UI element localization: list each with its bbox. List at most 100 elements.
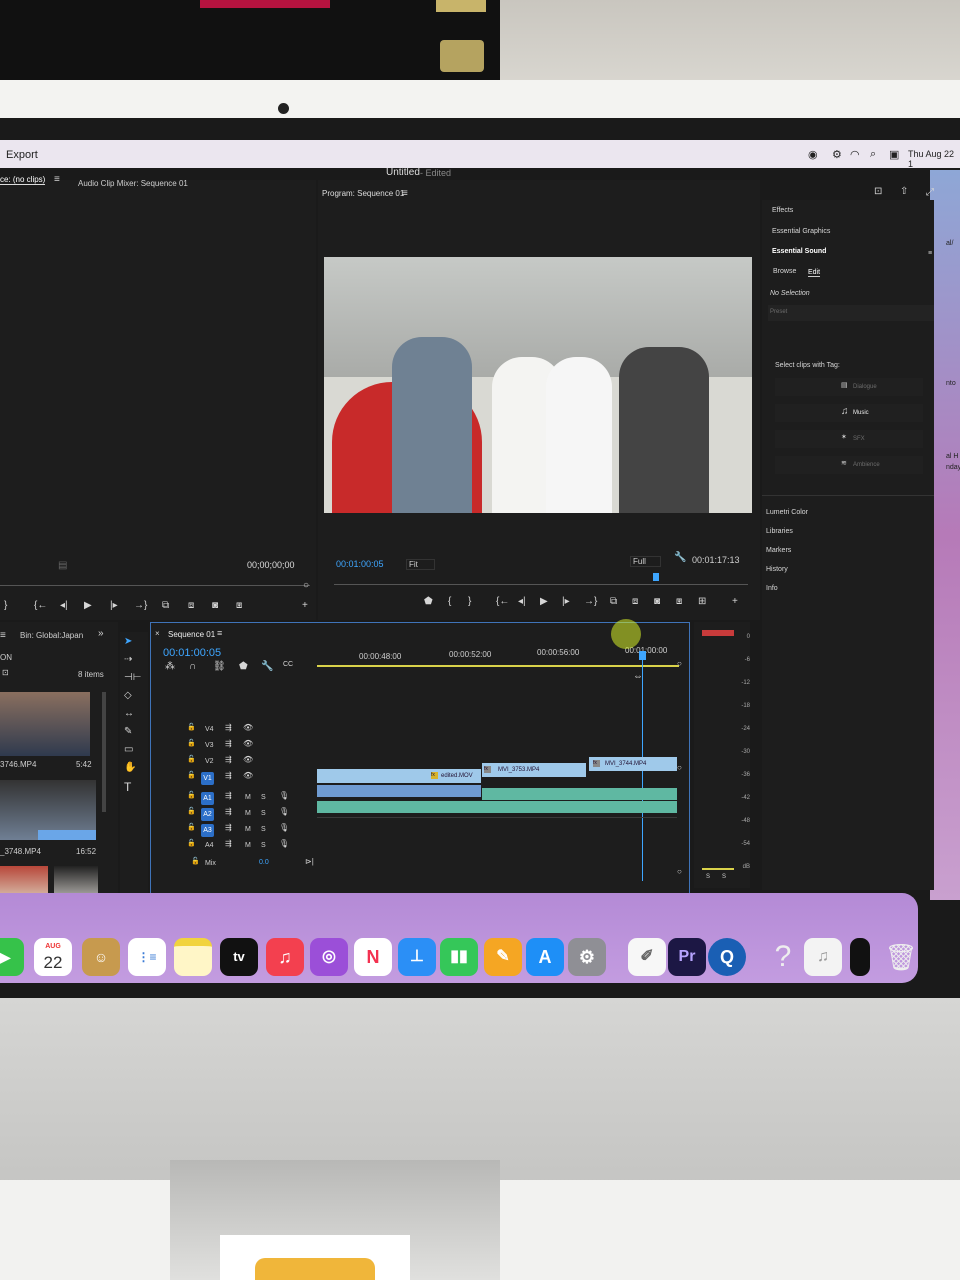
program-timecode[interactable]: 00:01:00:05 [336,559,384,569]
zoom-select[interactable]: Fit [406,559,435,570]
sequence-tab[interactable]: Sequence 01 [168,630,215,639]
music-icon[interactable]: ♫ [266,938,304,976]
snap-icon[interactable]: ∩ [189,661,196,672]
share-icon[interactable]: ⇧ [900,186,908,197]
program-menu-icon[interactable]: ≡ [402,188,408,199]
tag-ambience[interactable]: ≋ Ambience [775,456,923,474]
sequence-timecode[interactable]: 00:01:00:05 [163,647,221,659]
sync-lock-icon[interactable]: ⇶ [225,723,232,732]
info-tab[interactable]: Info [766,585,778,592]
tag-sfx[interactable]: ✶ SFX [775,430,923,448]
eye-icon[interactable]: 👁 [243,723,253,732]
audio-clip-a1[interactable] [317,785,481,797]
sync-lock-icon[interactable]: ⇶ [225,823,232,832]
news-icon[interactable]: N [354,938,392,976]
lift-icon[interactable]: ⧉ [610,596,617,607]
mute-button[interactable]: M [245,842,251,849]
clip-thumbnail-1[interactable] [0,692,90,756]
zoom-handle-top[interactable]: ○ [677,659,682,668]
lock-icon[interactable]: 🔓 [187,771,196,779]
new-bin-icon[interactable]: ⊡ [2,668,9,677]
microphone-icon[interactable]: 🎙 [279,807,289,816]
razor-tool-icon[interactable]: ◇ [124,690,132,701]
solo-button[interactable]: S [261,810,266,817]
markers-tab[interactable]: Markers [766,547,791,554]
help-icon[interactable]: ? [764,938,802,976]
wrench-icon[interactable]: 🔧 [674,552,686,563]
mark-in-icon[interactable]: { [448,596,451,607]
tab-source[interactable]: ce: (no clips) [0,175,46,185]
clip-mvi-3753[interactable]: fx MVI_3753.MP4 [482,763,586,777]
essential-sound-tab[interactable]: Essential Sound [772,248,826,255]
wifi-icon[interactable]: ◠ [850,148,860,161]
export-menu[interactable]: Export [6,149,38,161]
quicktime-icon[interactable]: Q [708,938,746,976]
effects-tab[interactable]: Effects [772,207,793,214]
nest-toggle-icon[interactable]: ⁂ [165,661,175,672]
audio-clip-a2[interactable] [317,801,677,813]
preview-file-icon[interactable] [850,938,870,976]
system-settings-icon[interactable]: ⚙ [568,938,606,976]
apple-tv-icon[interactable]: tv [220,938,258,976]
lock-icon[interactable]: 🔓 [187,723,196,731]
ripple-edit-tool-icon[interactable]: ⊣⊢ [124,672,141,683]
go-to-in-icon[interactable]: {← [34,600,47,611]
pen-tool-icon[interactable]: ✎ [124,726,132,737]
libraries-tab[interactable]: Libraries [766,528,793,535]
lock-icon[interactable]: 🔓 [187,807,196,815]
tab-audio-clip-mixer[interactable]: Audio Clip Mixer: Sequence 01 [78,179,188,188]
eye-icon[interactable]: 👁 [243,739,253,748]
play-icon-2[interactable]: ▶ [540,596,548,607]
solo-button[interactable]: S [261,794,266,801]
record-icon[interactable]: ◉ [808,148,818,161]
go-to-in-icon-2[interactable]: {← [496,596,509,607]
edit-tab[interactable]: Edit [808,269,821,277]
type-tool-icon[interactable]: T [124,780,131,794]
microphone-icon[interactable]: 🎙 [279,791,289,800]
premiere-pro-icon[interactable]: Pr [668,938,706,976]
keynote-icon[interactable]: ⊥ [398,938,436,976]
eye-icon[interactable]: 👁 [243,755,253,764]
go-to-out-icon[interactable]: →} [134,600,147,611]
bin-menu-icon[interactable]: ≡ [0,630,6,641]
add-button-icon[interactable]: + [302,600,308,611]
history-tab[interactable]: History [766,566,788,573]
lock-icon[interactable]: 🔓 [187,791,196,799]
solo-button[interactable]: S [261,842,266,849]
mix-go-end-icon[interactable]: ⊳| [305,857,314,866]
insert-icon[interactable]: ⧉ [162,600,169,611]
bin-title[interactable]: Bin: Global:Japan [20,631,83,640]
step-forward-icon-2[interactable]: |▸ [562,596,570,607]
rectangle-tool-icon[interactable]: ▭ [124,744,133,755]
quality-select[interactable]: Full [630,556,661,567]
program-title[interactable]: Program: Sequence 01 [322,189,404,198]
sync-lock-icon[interactable]: ⇶ [225,839,232,848]
clip-mvi-3744[interactable]: fx MVI_3744.MP4 [589,757,677,771]
meter-solo-right[interactable]: S [722,874,726,880]
sync-lock-icon[interactable]: ⇶ [225,791,232,800]
sync-lock-icon[interactable]: ⇶ [225,807,232,816]
solo-button[interactable]: S [261,826,266,833]
scrub-end-icon[interactable]: ○ [303,580,309,591]
add-marker-icon[interactable]: ⬟ [424,596,433,607]
mix-value[interactable]: 0.0 [259,859,269,866]
calendar-icon[interactable]: AUG 22 [34,938,72,976]
expand-panels-icon[interactable]: » [98,628,104,639]
track-target-v1[interactable]: V1 [201,772,214,785]
export-frame-icon-2[interactable]: ◙ [654,596,660,607]
microphone-icon[interactable]: 🎙 [279,823,289,832]
bin-scrollbar[interactable] [102,692,106,812]
track-target-a2[interactable]: A2 [201,808,214,821]
mark-out-icon-2[interactable]: } [468,596,471,607]
track-target-a1[interactable]: A1 [201,792,214,805]
program-scrub-bar[interactable] [334,584,748,585]
podcasts-icon[interactable]: ◎ [310,938,348,976]
timeline-settings-icon[interactable]: 🔧 [261,661,273,672]
selection-tool-icon[interactable]: ➤ [124,636,132,647]
captions-icon[interactable]: CC [283,661,293,668]
work-area-bar[interactable] [317,665,679,667]
extract-icon[interactable]: ⧈ [632,596,638,607]
sync-lock-icon[interactable]: ⇶ [225,771,232,780]
step-back-icon-2[interactable]: ◂| [518,596,526,607]
lock-icon[interactable]: 🔓 [187,755,196,763]
